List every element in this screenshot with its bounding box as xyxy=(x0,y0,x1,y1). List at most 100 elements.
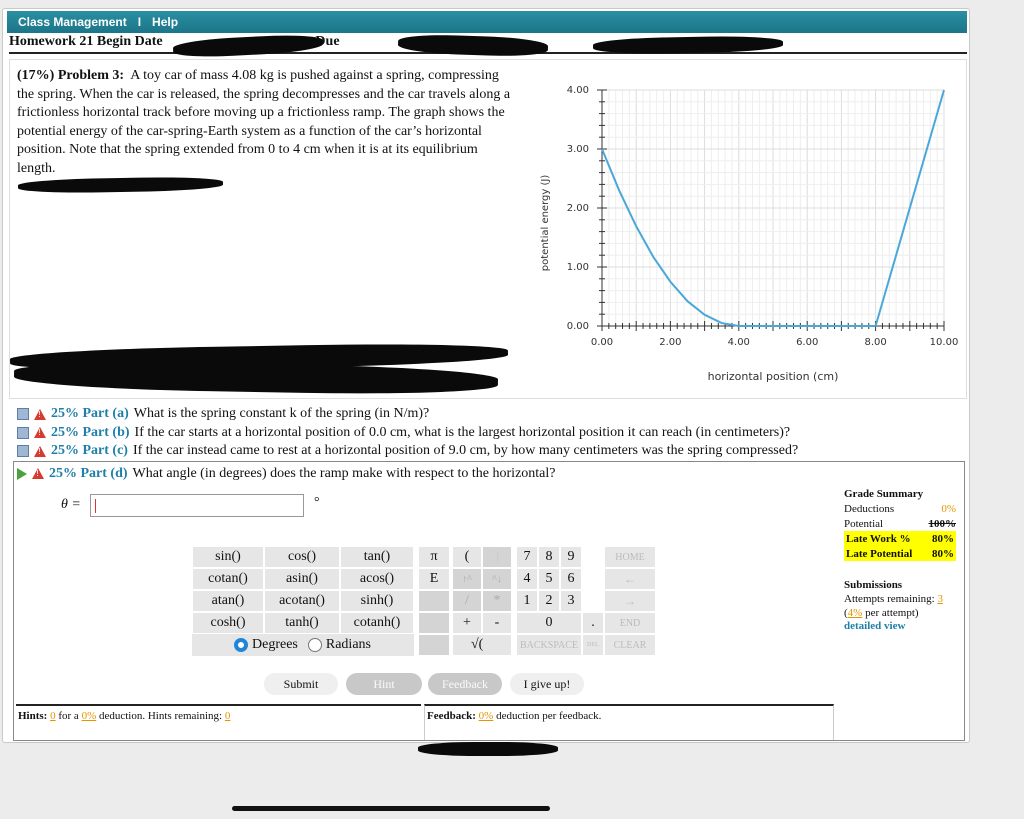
part-a-row[interactable]: 25% Part (a) What is the spring constant… xyxy=(17,405,957,424)
key-rparen[interactable]: ) xyxy=(482,546,512,568)
part-b-percent: 25% Part (b) xyxy=(51,424,130,440)
key-left-arrow[interactable]: ← xyxy=(604,568,656,590)
key-cosh[interactable]: cosh() xyxy=(192,612,264,634)
y-tick-label: 1.00 xyxy=(567,262,589,273)
key-empty xyxy=(418,590,450,612)
radians-radio[interactable] xyxy=(307,638,322,652)
key-2[interactable]: 2 xyxy=(538,590,560,612)
x-tick-label: 6.00 xyxy=(796,337,818,348)
hint-button[interactable]: Hint xyxy=(346,673,422,695)
key-end[interactable]: END xyxy=(604,612,656,634)
hints-panel: Hints: 0 for a 0% deduction. Hints remai… xyxy=(16,704,421,728)
key-plus[interactable]: + xyxy=(452,612,482,634)
key-1[interactable]: 1 xyxy=(516,590,538,612)
potential-row: Potential 100% xyxy=(844,517,956,530)
key-4[interactable]: 4 xyxy=(516,568,538,590)
key-empty xyxy=(418,634,450,656)
key-atan[interactable]: atan() xyxy=(192,590,264,612)
key-home[interactable]: HOME xyxy=(604,546,656,568)
key-cotanh[interactable]: cotanh() xyxy=(340,612,414,634)
y-tick-label: 0.00 xyxy=(567,321,589,332)
key-down[interactable]: ^↓ xyxy=(482,568,512,590)
redaction-scribble xyxy=(418,742,558,756)
key-5[interactable]: 5 xyxy=(538,568,560,590)
key-pi[interactable]: π xyxy=(418,546,450,568)
key-clear[interactable]: CLEAR xyxy=(604,634,656,656)
detailed-view-link[interactable]: detailed view xyxy=(844,620,956,632)
help-link[interactable]: Help xyxy=(152,15,178,29)
give-up-button[interactable]: I give up! xyxy=(510,673,584,695)
hints-remaining: 0 xyxy=(224,710,231,722)
deductions-row: Deductions 0% xyxy=(844,502,956,515)
late-potential-row: Late Potential 80% xyxy=(844,546,956,561)
key-6[interactable]: 6 xyxy=(560,568,582,590)
key-multiply[interactable]: * xyxy=(482,590,512,612)
key-sqrt[interactable]: √( xyxy=(452,634,512,656)
degrees-radio[interactable] xyxy=(234,638,248,652)
x-tick-label: 10.00 xyxy=(930,337,959,348)
key-asin[interactable]: asin() xyxy=(264,568,340,590)
key-0[interactable]: 0 xyxy=(516,612,582,634)
key-sin[interactable]: sin() xyxy=(192,546,264,568)
key-9[interactable]: 9 xyxy=(560,546,582,568)
hints-count: 0 xyxy=(50,710,56,722)
problem-text: (17%) Problem 3: A toy car of mass 4.08 … xyxy=(17,67,512,178)
key-tanh[interactable]: tanh() xyxy=(264,612,340,634)
problem-statement-box: (17%) Problem 3: A toy car of mass 4.08 … xyxy=(9,59,967,399)
collapse-icon[interactable] xyxy=(17,408,29,421)
feedback-deduction: 0% xyxy=(478,710,494,722)
attempts-row: Attempts remaining: 3 (4% per attempt) xyxy=(844,593,943,619)
feedback-button[interactable]: Feedback xyxy=(428,673,502,695)
key-acos[interactable]: acos() xyxy=(340,568,414,590)
redaction-scribble xyxy=(13,359,499,397)
chart-tick-labels: 0.00 2.00 4.00 6.00 8.00 10.00 0.00 1.00 2.00 3.0… xyxy=(567,85,959,348)
collapse-icon[interactable] xyxy=(17,426,29,439)
y-tick-label: 3.00 xyxy=(567,144,589,155)
home-indicator xyxy=(232,806,550,811)
y-axis-label: potential energy (J) xyxy=(540,175,551,272)
key-dot[interactable]: . xyxy=(582,612,604,634)
part-b-question: If the car starts at a horizontal positi… xyxy=(134,424,791,440)
class-management-link[interactable]: Class Management xyxy=(18,15,127,29)
part-b-row[interactable]: 25% Part (b) If the car starts at a hori… xyxy=(17,424,957,443)
hints-for-a: for a xyxy=(58,710,79,722)
part-c-percent: 25% Part (c) xyxy=(51,443,128,459)
y-tick-label: 4.00 xyxy=(567,85,589,96)
key-backspace[interactable]: BACKSPACE xyxy=(516,634,582,656)
key-3[interactable]: 3 xyxy=(560,590,582,612)
collapse-icon[interactable] xyxy=(17,445,29,458)
key-cotan[interactable]: cotan() xyxy=(192,568,264,590)
homework-title-text: Homework 21 Begin Date xyxy=(9,34,163,49)
key-tan[interactable]: tan() xyxy=(340,546,414,568)
part-a-question: What is the spring constant k of the spr… xyxy=(133,406,430,422)
key-8[interactable]: 8 xyxy=(538,546,560,568)
key-lparen[interactable]: ( xyxy=(452,546,482,568)
answer-label: θ = xyxy=(61,497,81,512)
hints-label: Hints: xyxy=(18,710,48,722)
key-7[interactable]: 7 xyxy=(516,546,538,568)
problem-window: Class Management I Help Homework 21 Begi… xyxy=(2,8,970,743)
key-del[interactable]: DEL xyxy=(582,634,604,656)
radians-label: Radians xyxy=(325,637,371,652)
key-right-arrow[interactable]: → xyxy=(604,590,656,612)
problem-body: A toy car of mass 4.08 kg is pushed agai… xyxy=(17,68,511,176)
late-work-row: Late Work % 80% xyxy=(844,531,956,546)
problem-label: (17%) Problem 3: xyxy=(17,68,125,83)
hints-deduction: 0% xyxy=(81,710,97,722)
answer-unit: ° xyxy=(314,495,320,510)
angle-mode-row: Degrees Radians xyxy=(192,634,414,656)
x-tick-label: 8.00 xyxy=(864,337,886,348)
key-up[interactable]: ↑^ xyxy=(452,568,482,590)
key-e[interactable]: E xyxy=(418,568,450,590)
part-c-row[interactable]: 25% Part (c) If the car instead came to … xyxy=(17,442,957,461)
grade-summary: Grade Summary Deductions 0% Potential 10… xyxy=(844,486,956,632)
part-c-question: If the car instead came to rest at a hor… xyxy=(132,443,799,459)
answer-input[interactable] xyxy=(90,494,304,517)
key-cos[interactable]: cos() xyxy=(264,546,340,568)
submit-button[interactable]: Submit xyxy=(264,673,338,695)
key-acotan[interactable]: acotan() xyxy=(264,590,340,612)
feedback-rest: deduction per feedback. xyxy=(496,710,602,722)
key-minus[interactable]: - xyxy=(482,612,512,634)
key-sinh[interactable]: sinh() xyxy=(340,590,414,612)
key-divide[interactable]: / xyxy=(452,590,482,612)
